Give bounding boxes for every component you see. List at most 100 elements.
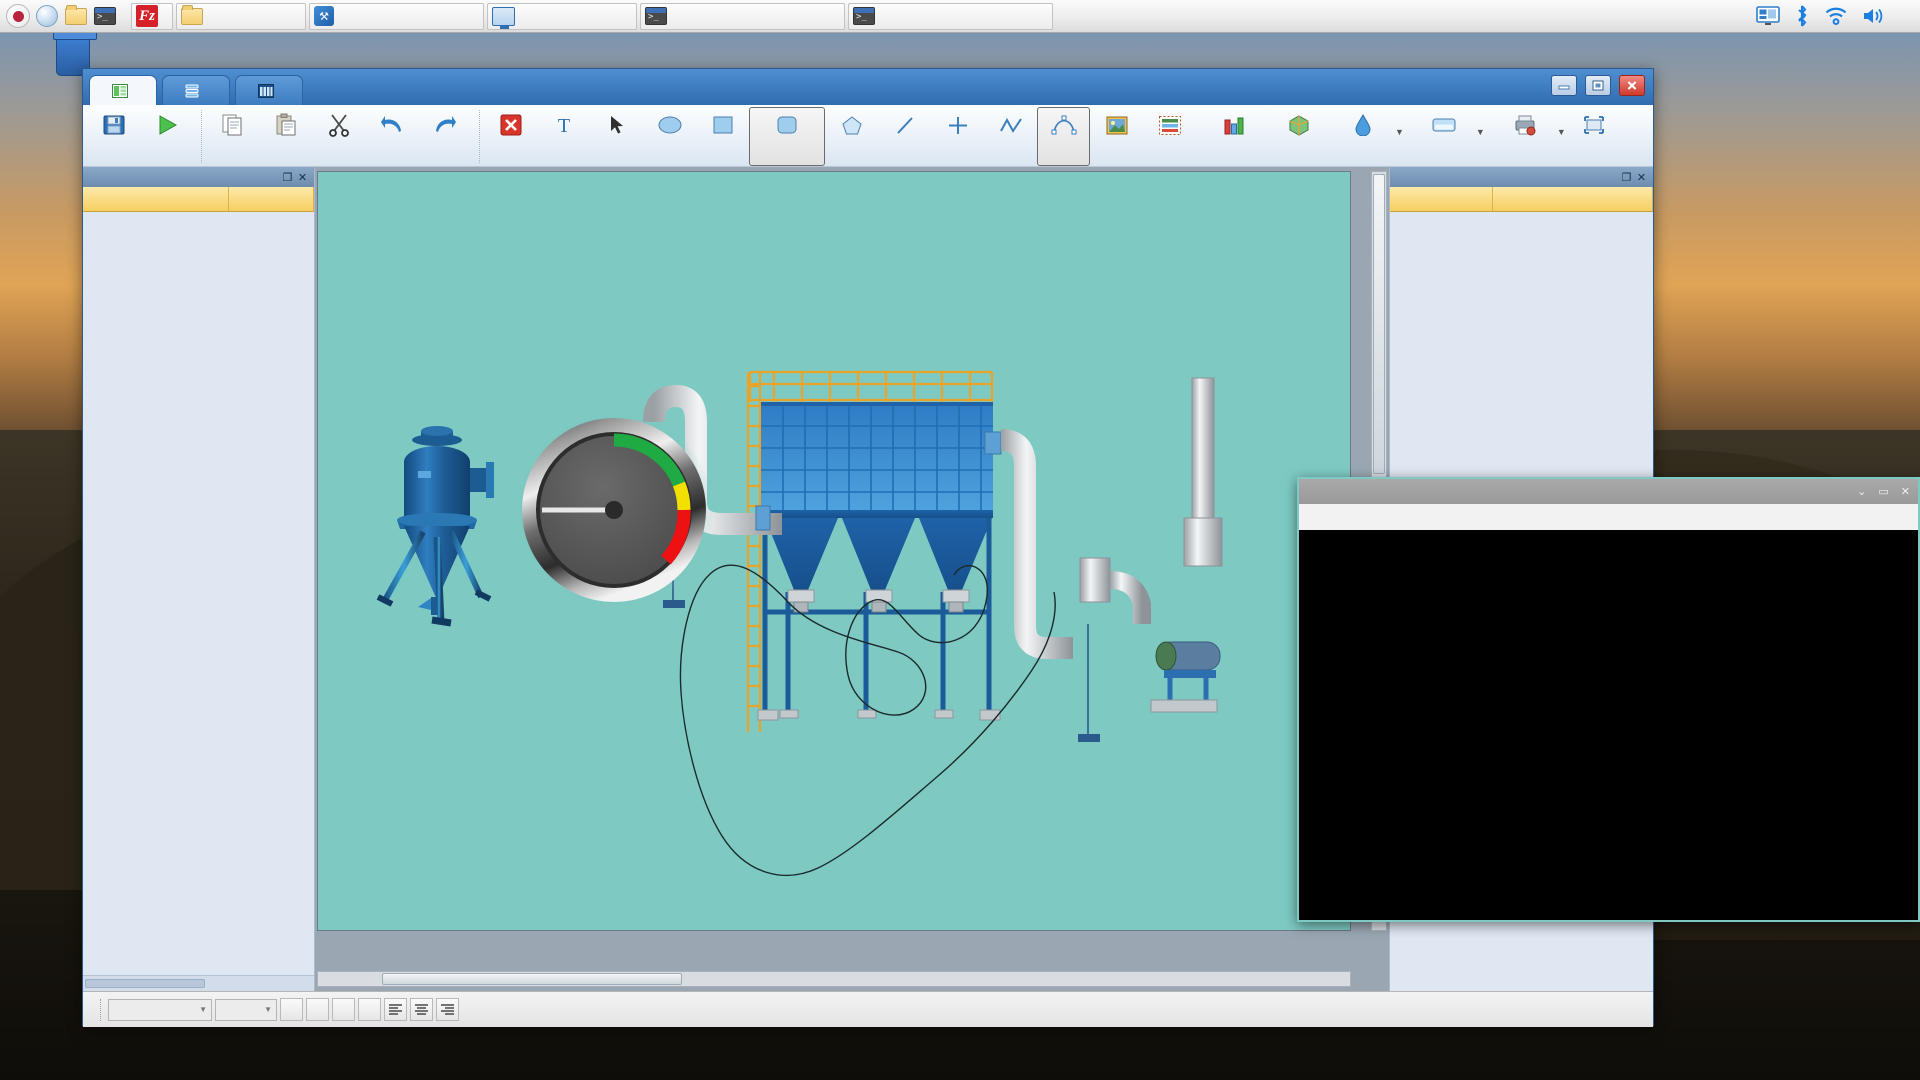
align-text-left-icon[interactable] <box>384 998 407 1021</box>
chevron-down-icon[interactable]: ▼ <box>1476 127 1485 137</box>
drawing-canvas[interactable] <box>317 171 1351 931</box>
align-text-right-icon[interactable] <box>436 998 459 1021</box>
cut-button[interactable] <box>312 107 365 166</box>
prop-column-headers <box>1390 187 1653 212</box>
print-function-button[interactable] <box>1487 107 1563 166</box>
folder-icon <box>181 4 203 25</box>
close-icon[interactable]: ✕ <box>295 170 310 184</box>
prop-panel-header: ❐ ✕ <box>1390 167 1653 187</box>
paste-icon <box>275 112 297 138</box>
pressure-gauge[interactable] <box>514 410 714 610</box>
undo-icon <box>380 112 404 138</box>
undo-button[interactable] <box>365 107 418 166</box>
float-icon[interactable]: ❐ <box>1619 170 1634 184</box>
close-button[interactable] <box>1619 75 1645 96</box>
maximize-button[interactable]: ▭ <box>1878 485 1888 498</box>
terminal-icon[interactable] <box>92 3 118 29</box>
volume-icon[interactable] <box>1862 6 1886 26</box>
canvas-horizontal-scrollbar[interactable] <box>317 971 1351 987</box>
navigation-tree-panel: ❐ ✕ <box>83 167 315 991</box>
close-button[interactable]: ✕ <box>1901 485 1910 498</box>
io-icon <box>258 83 274 98</box>
float-icon[interactable]: ❐ <box>280 170 295 184</box>
polyline-icon <box>999 112 1023 138</box>
common-widget-button[interactable] <box>1406 107 1482 166</box>
task-button[interactable] <box>176 2 306 30</box>
font-size-select[interactable]: ▼ <box>215 998 277 1021</box>
subgraph-button[interactable] <box>1272 107 1325 166</box>
round-rect-tool-button[interactable] <box>749 107 825 166</box>
web-browser-icon[interactable] <box>34 3 60 29</box>
rectangle-tool-button[interactable] <box>696 107 749 166</box>
navigation-tree[interactable] <box>83 212 314 975</box>
tab-screen[interactable] <box>89 75 157 105</box>
ribbon-divider <box>475 110 480 163</box>
maximize-button[interactable] <box>1585 75 1611 96</box>
align-text-center-icon[interactable] <box>410 998 433 1021</box>
tab-database[interactable] <box>162 75 230 105</box>
stats-widget-button[interactable] <box>1196 107 1272 166</box>
redo-button[interactable] <box>418 107 471 166</box>
plumb-line-tool-button[interactable] <box>931 107 984 166</box>
polyline-tool-button[interactable] <box>984 107 1037 166</box>
italic-button[interactable] <box>306 998 329 1021</box>
database-icon <box>185 84 201 98</box>
chevron-down-icon[interactable]: ▼ <box>1557 127 1566 137</box>
bold-button[interactable] <box>280 998 303 1021</box>
subgraph-icon <box>1287 112 1311 138</box>
underline-button[interactable] <box>332 998 355 1021</box>
cyclone-separator[interactable] <box>376 426 494 627</box>
copy-button[interactable] <box>206 107 259 166</box>
chevron-down-icon[interactable]: ▼ <box>1395 127 1404 137</box>
rect-icon <box>712 112 734 138</box>
terminal-output[interactable] <box>1299 530 1918 538</box>
nav-horizontal-scrollbar[interactable] <box>83 975 314 991</box>
select-tool-button[interactable] <box>590 107 643 166</box>
ellipse-tool-button[interactable] <box>643 107 696 166</box>
bluetooth-icon[interactable] <box>1794 5 1810 27</box>
svg-text:T: T <box>557 115 569 136</box>
paste-button[interactable] <box>259 107 312 166</box>
save-button[interactable] <box>87 107 140 166</box>
close-object-button[interactable] <box>484 107 537 166</box>
layout-tool-button[interactable] <box>1143 107 1196 166</box>
minimize-button[interactable]: ⌄ <box>1857 485 1866 498</box>
column-property <box>1390 187 1493 211</box>
fullscreen-button[interactable] <box>1568 107 1621 166</box>
task-button[interactable]: Fz <box>131 2 173 30</box>
curve-tool-button[interactable] <box>1037 107 1090 166</box>
wifi-icon[interactable] <box>1824 6 1848 26</box>
tab-view-operate[interactable] <box>308 75 348 105</box>
task-button[interactable] <box>640 2 845 30</box>
minimize-button[interactable] <box>1551 75 1577 96</box>
ribbon-group-edit <box>206 107 471 166</box>
fullscreen-icon <box>1582 112 1606 138</box>
line-icon <box>894 112 916 138</box>
terminal-window-controls: ⌄ ▭ ✕ <box>1857 485 1910 498</box>
raspberry-menu-icon[interactable] <box>5 3 31 29</box>
baghouse-dust-collector[interactable] <box>643 370 1223 742</box>
bitmap-tool-button[interactable] <box>1090 107 1143 166</box>
run-button[interactable] <box>140 107 193 166</box>
close-icon[interactable]: ✕ <box>1634 170 1649 184</box>
instance-tool-button[interactable] <box>1325 107 1401 166</box>
plumb-line-icon <box>947 112 969 138</box>
task-button[interactable] <box>848 2 1053 30</box>
polygon-tool-button[interactable] <box>825 107 878 166</box>
text-color-button[interactable] <box>358 998 381 1021</box>
terminal-icon <box>645 7 667 25</box>
display-icon[interactable] <box>1756 6 1780 26</box>
copy-icon <box>222 112 244 138</box>
line-tool-button[interactable] <box>878 107 931 166</box>
task-button[interactable] <box>487 2 637 30</box>
screen-icon <box>112 83 128 98</box>
file-manager-icon[interactable] <box>63 3 89 29</box>
terminal-menubar <box>1299 504 1918 530</box>
app-tab-bar <box>83 69 1653 105</box>
tab-io-driver[interactable] <box>235 75 303 105</box>
round-rect-icon <box>776 112 798 138</box>
task-button[interactable]: ⚒ <box>309 2 484 30</box>
ladder <box>746 372 762 732</box>
text-tool-button[interactable]: T <box>537 107 590 166</box>
font-family-select[interactable]: ▼ <box>108 998 212 1021</box>
